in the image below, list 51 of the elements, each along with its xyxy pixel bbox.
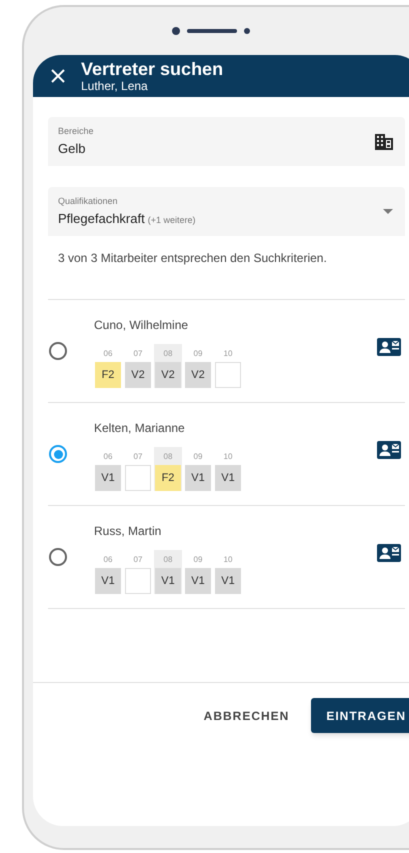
day-label: 06 — [104, 451, 112, 463]
input-field[interactable]: Bereiche Gelb — [48, 117, 405, 166]
result-text: 3 von 3 Mitarbeiter entsprechen den Suchkriterien. — [58, 250, 328, 267]
dropdown-field[interactable]: Qualifikationen Pflegefachkraft (+1 weitere) — [48, 187, 405, 236]
radio-button[interactable] — [49, 342, 67, 360]
day-label: 08 — [164, 451, 172, 463]
field-label: Bereiche — [58, 125, 94, 138]
shift-cell: V1 — [185, 568, 211, 594]
day-label: 08 — [164, 348, 172, 360]
day-label: 09 — [194, 348, 202, 360]
field-value: Pflegefachkraft — [58, 210, 145, 228]
field-extra-count: (+1 weitere) — [148, 214, 196, 227]
day-label: 07 — [134, 348, 142, 360]
shift-cell: F2 — [155, 465, 181, 491]
radio-button[interactable] — [49, 548, 67, 566]
day-label: 09 — [194, 554, 202, 566]
shift-cell: V1 — [215, 465, 241, 491]
shift-cell: V1 — [185, 465, 211, 491]
dropdown-caret-icon — [383, 209, 393, 214]
contact-card-icon[interactable] — [377, 544, 401, 562]
day-label: 10 — [224, 451, 232, 463]
radio-button[interactable] — [49, 445, 67, 463]
shift-cell: V2 — [125, 362, 151, 388]
field-label: Qualifikationen — [58, 195, 119, 208]
employee-name: Kelten, Marianne — [94, 420, 186, 437]
day-label: 10 — [224, 348, 232, 360]
contact-card-icon[interactable] — [377, 441, 401, 459]
field-value: Gelb — [58, 140, 86, 158]
shift-cell: V1 — [215, 568, 241, 594]
shift-cell: V1 — [95, 465, 121, 491]
day-label: 06 — [104, 554, 112, 566]
dialog-subtitle: Luther, Lena — [81, 79, 149, 93]
close-button[interactable] — [51, 69, 65, 83]
employee-name: Russ, Martin — [94, 523, 162, 540]
shift-cell: V2 — [155, 362, 181, 388]
day-label: 07 — [134, 554, 142, 566]
day-label: 08 — [164, 554, 172, 566]
building-icon — [375, 134, 393, 150]
shift-cell: F2 — [95, 362, 121, 388]
dialog-title: Vertreter suchen — [81, 59, 224, 79]
day-label: 10 — [224, 554, 232, 566]
shift-cell: V1 — [155, 568, 181, 594]
shift-cell: V1 — [95, 568, 121, 594]
employee-name: Cuno, Wilhelmine — [94, 317, 190, 334]
day-label: 06 — [104, 348, 112, 360]
day-label: 09 — [194, 451, 202, 463]
submit-button[interactable]: EINTRAGEN — [311, 698, 409, 733]
shift-cell: V2 — [185, 362, 211, 388]
contact-card-icon[interactable] — [377, 338, 401, 356]
day-label: 07 — [134, 451, 142, 463]
cancel-button[interactable]: ABBRECHEN — [204, 698, 290, 733]
